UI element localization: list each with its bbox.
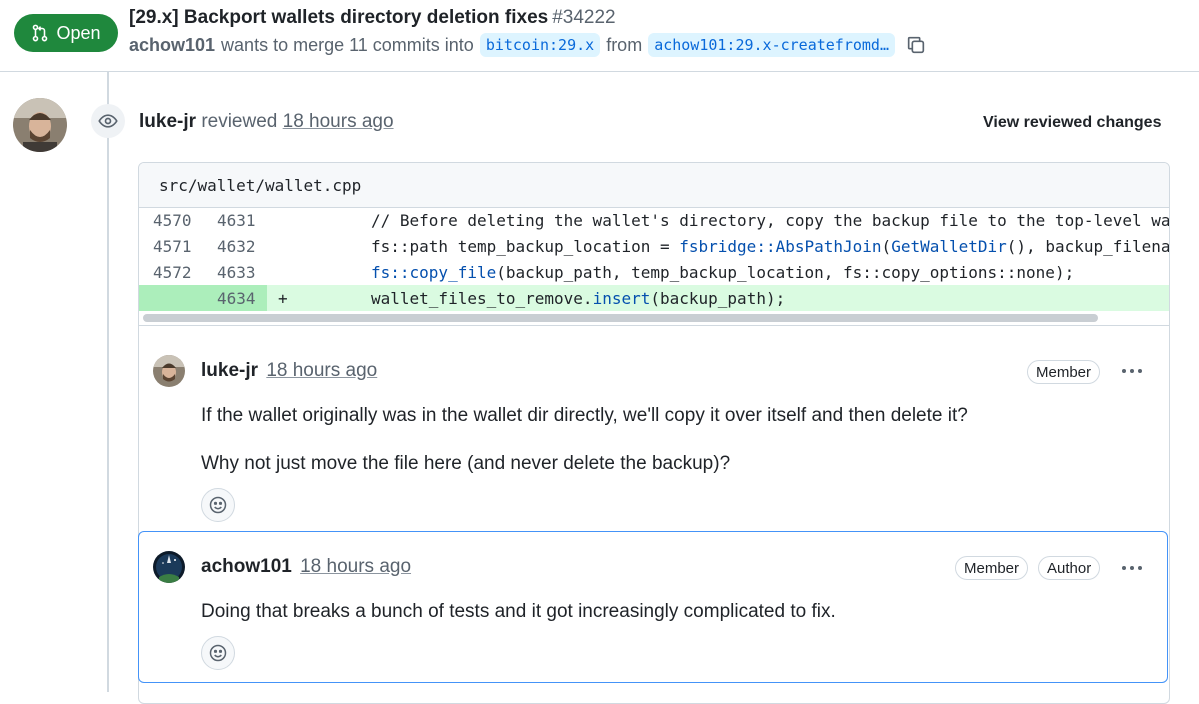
header-divider bbox=[0, 71, 1199, 72]
comment-text: If the wallet originally was in the wall… bbox=[201, 405, 968, 426]
comment-time-link[interactable]: 18 hours ago bbox=[266, 360, 377, 381]
diff-divider bbox=[139, 325, 1169, 326]
file-path-link[interactable]: src/wallet/wallet.cpp bbox=[159, 176, 361, 195]
avatar[interactable] bbox=[153, 551, 185, 583]
author-label: Author bbox=[1038, 556, 1101, 580]
old-line-number[interactable]: 4571 bbox=[153, 237, 192, 256]
reviewer-link[interactable]: luke-jr bbox=[139, 111, 196, 132]
diff-line-added: 4634 + wallet_files_to_remove.insert(bac… bbox=[139, 285, 1169, 311]
kebab-menu-icon[interactable] bbox=[1120, 563, 1144, 573]
head-branch-link[interactable]: achow101:29.x-createfromd… bbox=[648, 33, 895, 57]
file-header: src/wallet/wallet.cpp bbox=[139, 163, 1169, 208]
horizontal-scrollbar[interactable] bbox=[143, 314, 1098, 322]
comment-time-link[interactable]: 18 hours ago bbox=[300, 556, 411, 577]
review-time-link[interactable]: 18 hours ago bbox=[283, 111, 394, 132]
new-line-number[interactable]: 4633 bbox=[217, 263, 256, 282]
code-line: fs::path temp_backup_location = fsbridge… bbox=[371, 237, 1170, 256]
eye-icon bbox=[98, 114, 118, 128]
code-line: fs::copy_file(backup_path, temp_backup_l… bbox=[371, 263, 1075, 282]
review-action: reviewed bbox=[201, 111, 278, 132]
git-pull-request-icon bbox=[33, 24, 48, 42]
added-marker: + bbox=[278, 289, 288, 308]
code-line: // Before deleting the wallet's director… bbox=[371, 211, 1170, 230]
timeline-line bbox=[107, 72, 109, 692]
merge-text: wants to merge 11 commits into bbox=[221, 34, 474, 55]
diff-line: 4570 4631 // Before deleting the wallet'… bbox=[139, 207, 1169, 233]
review-header: luke-jr reviewed 18 hours ago bbox=[139, 111, 394, 133]
old-line-number[interactable]: 4572 bbox=[153, 263, 192, 282]
avatar[interactable] bbox=[153, 355, 185, 387]
pr-title-text: [29.x] Backport wallets directory deleti… bbox=[129, 7, 549, 28]
comment-text: Why not just move the file here (and nev… bbox=[201, 453, 731, 474]
diff-line: 4572 4633 fs::copy_file(backup_path, tem… bbox=[139, 259, 1169, 285]
avatar[interactable] bbox=[13, 98, 67, 152]
comment-header: luke-jr 18 hours ago bbox=[201, 360, 377, 382]
smiley-icon bbox=[209, 644, 227, 662]
new-line-number[interactable]: 4634 bbox=[217, 289, 256, 308]
copy-icon[interactable] bbox=[905, 34, 927, 56]
comment-author-link[interactable]: luke-jr bbox=[201, 360, 258, 381]
diff-table: 4570 4631 // Before deleting the wallet'… bbox=[139, 207, 1169, 311]
new-line-number[interactable]: 4632 bbox=[217, 237, 256, 256]
code-line: wallet_files_to_remove.insert(backup_pat… bbox=[371, 289, 786, 308]
member-label: Member bbox=[1027, 360, 1101, 384]
view-reviewed-changes-button[interactable]: View reviewed changes bbox=[983, 114, 1161, 132]
pr-state-label: Open bbox=[56, 22, 101, 43]
smiley-icon bbox=[209, 496, 227, 514]
kebab-menu-icon[interactable] bbox=[1120, 366, 1144, 376]
pr-number: #34222 bbox=[552, 7, 616, 28]
comment-text: Doing that breaks a bunch of tests and i… bbox=[201, 601, 836, 622]
add-reaction-button[interactable] bbox=[201, 488, 235, 522]
add-reaction-button[interactable] bbox=[201, 636, 235, 670]
from-text: from bbox=[606, 34, 643, 55]
new-line-number[interactable]: 4631 bbox=[217, 211, 256, 230]
old-line-number[interactable]: 4570 bbox=[153, 211, 192, 230]
base-branch-link[interactable]: bitcoin:29.x bbox=[479, 33, 601, 57]
pr-author-link[interactable]: achow101 bbox=[129, 35, 215, 56]
member-label: Member bbox=[955, 556, 1029, 580]
diff-line: 4571 4632 fs::path temp_backup_location … bbox=[139, 233, 1169, 259]
comment-header: achow101 18 hours ago bbox=[201, 556, 411, 578]
pr-subtitle: achow101 wants to merge 11 commits into … bbox=[129, 33, 927, 57]
comment-author-link[interactable]: achow101 bbox=[201, 556, 292, 577]
page-title: [29.x] Backport wallets directory deleti… bbox=[129, 7, 616, 29]
review-event-badge bbox=[91, 104, 125, 138]
pr-state-badge: Open bbox=[14, 14, 118, 52]
